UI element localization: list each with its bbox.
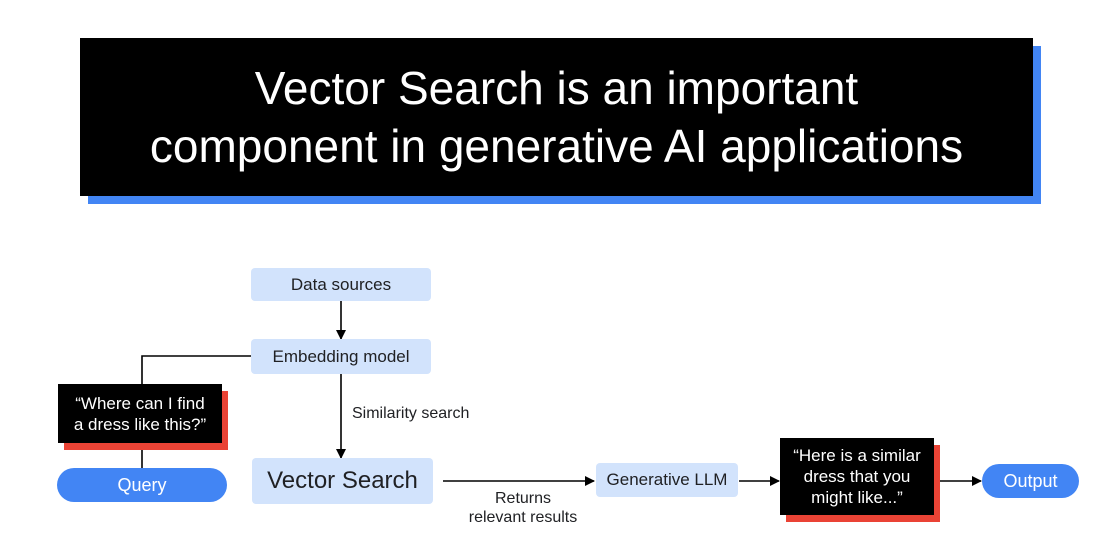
returns-line-1: Returns (494, 490, 552, 507)
answer-quote-box: “Here is a similar dress that you might … (780, 438, 934, 515)
query-quote-box: “Where can I find a dress like this?” (58, 384, 222, 443)
data-sources-node: Data sources (251, 268, 431, 301)
output-pill: Output (982, 464, 1079, 498)
answer-quote-line-2: dress that you (803, 467, 911, 486)
query-quote-line-1: “Where can I find (75, 393, 205, 413)
vector-search-node: Vector Search (252, 458, 433, 504)
returns-line-2: relevant results (468, 509, 578, 526)
answer-quote-line-3: might like...” (811, 488, 903, 507)
line-embedding-to-query (141, 355, 251, 384)
embedding-model-node: Embedding model (251, 339, 431, 374)
generative-llm-node: Generative LLM (596, 463, 738, 497)
query-pill: Query (57, 468, 227, 502)
answer-quote-line-1: “Here is a similar (793, 446, 921, 465)
query-quote-line-2: a dress like this?” (73, 414, 207, 434)
similarity-search-label: Similarity search (352, 405, 470, 422)
returns-relevant-results-label: Returns relevant results (458, 489, 588, 527)
